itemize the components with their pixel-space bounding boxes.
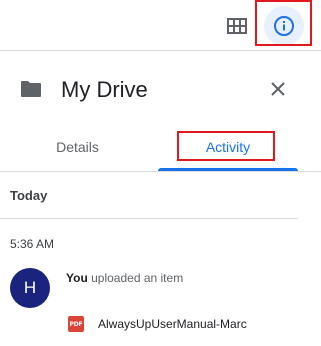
top-toolbar xyxy=(0,0,321,50)
details-panel-header: My Drive xyxy=(0,60,321,120)
avatar[interactable]: H xyxy=(10,268,50,308)
activity-action: uploaded an item xyxy=(87,271,184,285)
activity-actor: You xyxy=(66,271,88,285)
panel-title: My Drive xyxy=(61,77,148,102)
grid-view-icon xyxy=(227,18,247,34)
activity-time: 5:36 AM xyxy=(10,237,55,251)
activity-file-item[interactable]: PDF AlwaysUpUserManual-Marc xyxy=(68,315,263,333)
close-icon xyxy=(271,82,285,96)
top-divider xyxy=(0,50,321,51)
info-button[interactable] xyxy=(264,6,304,46)
activity-description: You uploaded an item xyxy=(66,271,183,285)
info-icon xyxy=(274,16,294,36)
section-heading: Today xyxy=(10,188,48,203)
tab-bar: Details Activity xyxy=(0,124,321,172)
pdf-file-icon: PDF xyxy=(68,316,84,332)
close-button[interactable] xyxy=(262,73,294,105)
file-name: AlwaysUpUserManual-Marc xyxy=(98,317,247,331)
tab-details[interactable]: Details xyxy=(0,124,155,170)
folder-icon xyxy=(21,81,41,97)
tab-activity[interactable]: Activity xyxy=(158,124,298,170)
activity-feed: Today 5:36 AM H You uploaded an item PDF… xyxy=(0,172,300,346)
grid-view-button[interactable] xyxy=(224,13,250,39)
section-divider xyxy=(0,218,298,219)
scrollbar[interactable] xyxy=(312,172,321,346)
